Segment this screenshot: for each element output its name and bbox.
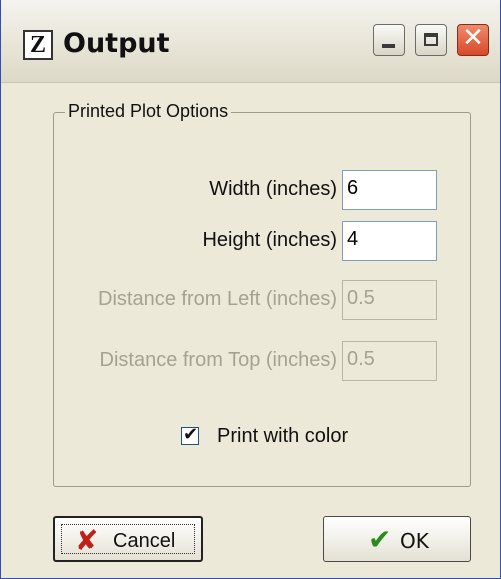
- minimize-button[interactable]: [373, 24, 405, 56]
- distance-top-label: Distance from Top (inches): [99, 349, 338, 371]
- output-dialog: Z Output ✕ Printed Plot Options Width (i…: [0, 0, 501, 579]
- width-label: Width (inches): [209, 178, 337, 200]
- distance-left-label: Distance from Left (inches): [98, 288, 337, 310]
- height-input[interactable]: 4: [342, 221, 437, 261]
- minimize-icon: [382, 44, 395, 48]
- close-button[interactable]: ✕: [457, 23, 489, 56]
- print-color-checkbox[interactable]: ✔: [181, 424, 199, 445]
- red-x-icon: ✘: [75, 524, 99, 557]
- app-logo-icon: Z: [23, 30, 53, 60]
- title-bar[interactable]: Z Output ✕: [1, 0, 500, 83]
- cancel-button[interactable]: ✘ Cancel: [53, 516, 203, 562]
- maximize-icon: [424, 33, 438, 46]
- ok-button[interactable]: ✔ OK: [323, 516, 471, 562]
- ok-label: OK: [400, 529, 429, 553]
- print-color-label[interactable]: Print with color: [217, 425, 348, 448]
- maximize-button[interactable]: [415, 24, 447, 56]
- close-icon: ✕: [462, 23, 484, 53]
- group-legend: Printed Plot Options: [65, 101, 232, 122]
- distance-left-input: 0.5: [342, 280, 437, 320]
- width-input[interactable]: 6: [342, 170, 437, 210]
- distance-top-input: 0.5: [342, 341, 437, 381]
- cancel-label: Cancel: [113, 530, 176, 552]
- green-check-icon: ✔: [368, 523, 392, 556]
- height-label: Height (inches): [202, 229, 337, 251]
- checkmark-icon: ✔: [183, 424, 199, 444]
- window-title: Output: [63, 28, 170, 59]
